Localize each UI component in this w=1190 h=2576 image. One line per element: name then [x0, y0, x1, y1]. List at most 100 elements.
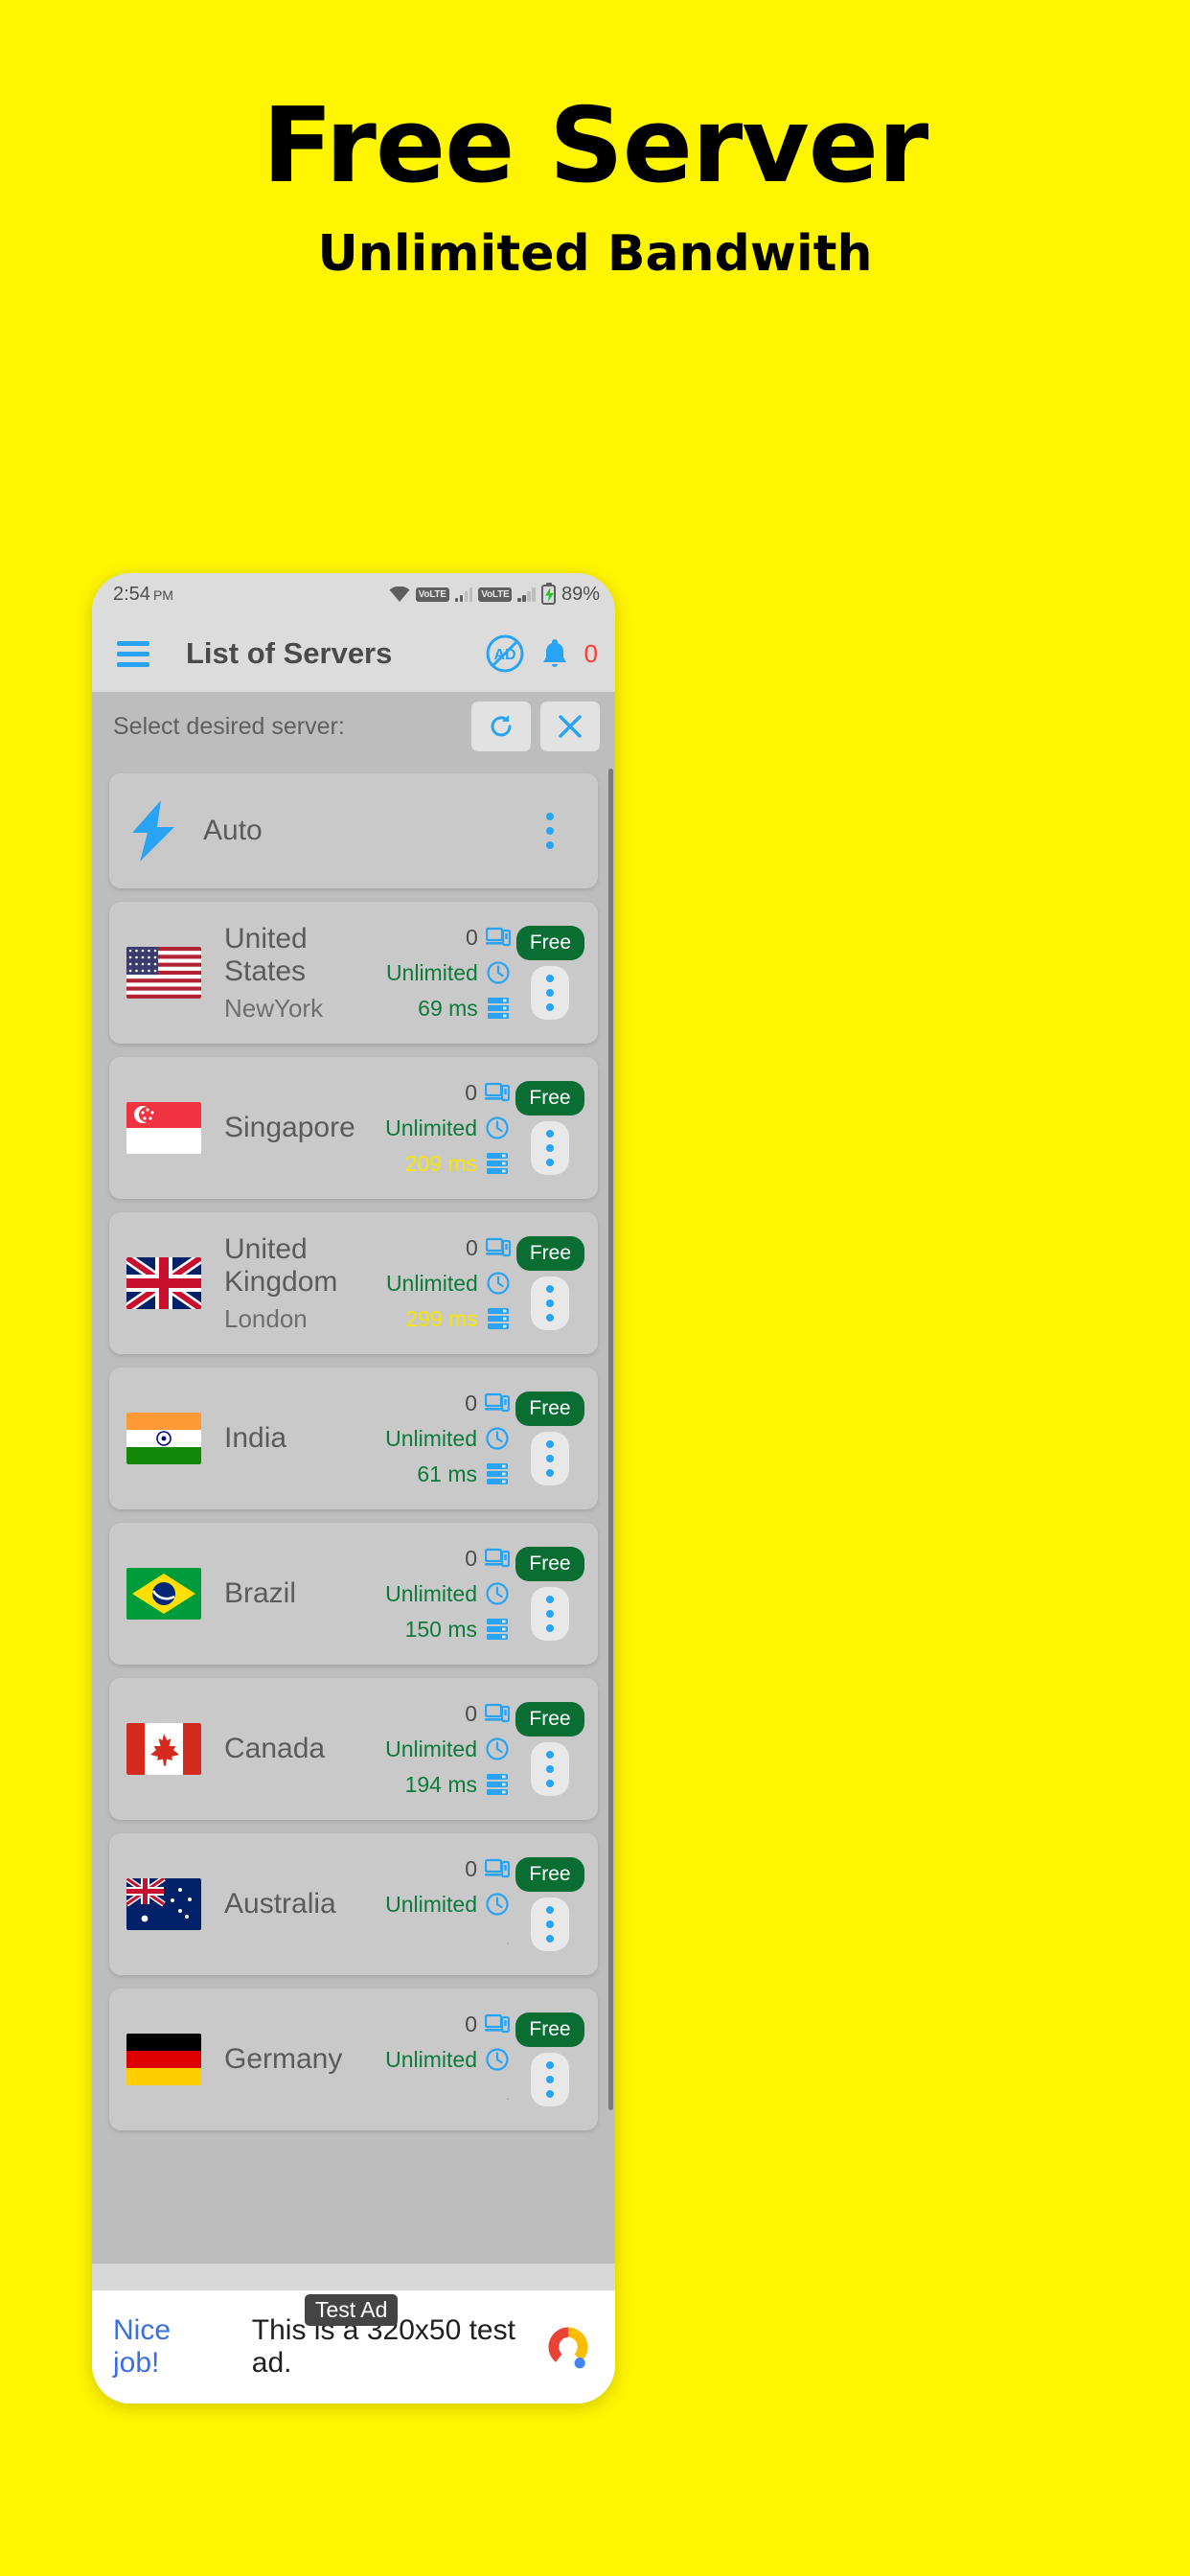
bandwidth-value: Unlimited — [385, 1270, 478, 1296]
ping-value: 61 ms — [417, 1460, 477, 1486]
server-row[interactable]: Brazil 0 Unlimited 150 ms Free — [109, 1523, 598, 1665]
ping-line: . — [506, 2081, 510, 2109]
devices-icon — [485, 1082, 510, 1102]
no-ads-icon[interactable]: AD — [485, 633, 525, 674]
device-count: 0 — [465, 1545, 477, 1571]
server-row[interactable]: Auto — [109, 773, 598, 888]
server-name: United States — [224, 922, 308, 987]
more-options-icon[interactable] — [531, 1121, 569, 1175]
list-scrollbar[interactable] — [608, 769, 613, 2110]
more-options-icon[interactable] — [531, 1898, 569, 1951]
more-options-icon[interactable] — [531, 1742, 569, 1796]
status-time-value: 2:54 — [113, 583, 150, 605]
server-names: Singapore — [224, 1112, 355, 1144]
server-row[interactable]: Singapore 0 Unlimited 209 ms Free — [109, 1057, 598, 1199]
server-names: Australia — [224, 1888, 336, 1920]
toolbar-actions: AD 0 — [485, 633, 598, 674]
status-bar: 2:54 PM VoLTE VoLTE 89% — [92, 573, 615, 615]
battery-charging-icon — [540, 582, 556, 605]
ping-value: 150 ms — [404, 1616, 477, 1642]
server-names: Germany — [224, 2043, 342, 2076]
device-count-line: 0 — [465, 1544, 510, 1573]
devices-icon — [485, 1237, 511, 1257]
server-stack-icon — [487, 1463, 508, 1484]
device-count-line: 0 — [465, 2010, 510, 2038]
server-name: United Kingdom — [224, 1232, 338, 1298]
device-count: 0 — [465, 1079, 477, 1105]
bandwidth-line: Unlimited — [386, 1269, 511, 1298]
server-stack-icon — [487, 1153, 508, 1174]
ping-value: . — [506, 2087, 510, 2103]
server-row[interactable]: Canada 0 Unlimited 194 ms Free — [109, 1678, 598, 1820]
server-city: NewYork — [224, 993, 324, 1023]
status-badge: Free — [515, 1547, 584, 1581]
server-actions: Free — [515, 1547, 584, 1641]
devices-icon — [485, 1392, 510, 1413]
ping-value: 209 ms — [404, 1150, 477, 1176]
promo-subtitle: Unlimited Bandwith — [317, 225, 873, 284]
server-row[interactable]: Germany 0 Unlimited. Free — [109, 1989, 598, 2130]
more-options-icon[interactable] — [531, 966, 570, 1020]
bandwidth-line: Unlimited — [385, 1114, 510, 1142]
devices-icon — [485, 1858, 510, 1878]
promo-header: Free Server Unlimited Bandwith — [0, 0, 1190, 284]
ad-cta-link[interactable]: Nice job! — [113, 2314, 217, 2380]
server-names: United Kingdom London — [224, 1233, 386, 1334]
ad-banner[interactable]: Test Ad Nice job! This is a 320x50 test … — [92, 2290, 615, 2404]
hamburger-menu-icon[interactable] — [117, 640, 149, 667]
device-count-line: 0 — [465, 1699, 510, 1728]
server-row[interactable]: Australia 0 Unlimited. Free — [109, 1833, 598, 1975]
more-options-icon[interactable] — [531, 1587, 569, 1641]
bandwidth-value: Unlimited — [385, 2046, 477, 2072]
signal-bars-2 — [517, 586, 536, 602]
bell-icon[interactable] — [540, 637, 569, 670]
refresh-button[interactable] — [471, 702, 531, 751]
flag-icon-sg — [126, 1102, 201, 1154]
bandwidth-line: Unlimited — [385, 1579, 510, 1608]
server-actions: Free — [515, 2012, 584, 2106]
server-name: Canada — [224, 1733, 326, 1764]
devices-icon — [485, 1703, 510, 1723]
bandwidth-value: Unlimited — [385, 1580, 477, 1606]
server-name: Germany — [224, 2043, 343, 2075]
ping-line: 194 ms — [405, 1770, 510, 1799]
server-name: Brazil — [224, 1577, 297, 1609]
device-count: 0 — [466, 1234, 478, 1260]
server-actions: Free — [515, 1236, 584, 1330]
server-name: Auto — [203, 815, 263, 846]
status-badge: Free — [515, 1236, 584, 1271]
device-count-line: 0 — [465, 1389, 510, 1417]
more-options-icon[interactable] — [531, 2053, 569, 2106]
server-row[interactable]: India 0 Unlimited 61 ms Free — [109, 1368, 598, 1509]
server-list[interactable]: Auto United States NewYork 0 Unlimited 69 ms F… — [92, 761, 615, 2264]
bandwidth-value: Unlimited — [385, 1736, 477, 1761]
server-metrics: 0 Unlimited 69 ms — [386, 923, 516, 1023]
ping-line: . — [506, 1925, 510, 1954]
clock-icon — [486, 1893, 509, 1916]
more-options-icon[interactable] — [531, 804, 569, 858]
bandwidth-line: Unlimited — [385, 2045, 510, 2074]
flag-icon-gb — [126, 1257, 201, 1309]
bandwidth-value: Unlimited — [385, 1425, 477, 1451]
ping-value: 194 ms — [404, 1771, 477, 1797]
promo-screenshot-page: Free Server Unlimited Bandwith 2:54 PM Vo… — [0, 0, 1190, 2576]
flag-icon-au — [126, 1878, 201, 1930]
device-count: 0 — [465, 1700, 477, 1726]
more-options-icon[interactable] — [531, 1432, 569, 1485]
server-metrics: 0 Unlimited 61 ms — [385, 1389, 515, 1488]
status-icons: VoLTE VoLTE 89% — [389, 582, 600, 606]
ping-line: 69 ms — [418, 994, 511, 1023]
ping-value: . — [506, 1932, 510, 1947]
devices-icon — [485, 2013, 510, 2034]
signal-bars-1 — [454, 586, 473, 602]
server-header-buttons — [471, 702, 600, 751]
more-options-icon[interactable] — [531, 1276, 570, 1330]
server-row[interactable]: United Kingdom London 0 Unlimited 299 ms Free — [109, 1212, 598, 1354]
close-button[interactable] — [540, 702, 600, 751]
server-row[interactable]: United States NewYork 0 Unlimited 69 ms Free — [109, 902, 598, 1044]
close-icon — [559, 715, 582, 738]
bandwidth-line: Unlimited — [385, 1890, 510, 1919]
server-actions: Free — [515, 1702, 584, 1796]
flag-icon-us — [126, 947, 201, 999]
server-name: Australia — [224, 1888, 336, 1920]
